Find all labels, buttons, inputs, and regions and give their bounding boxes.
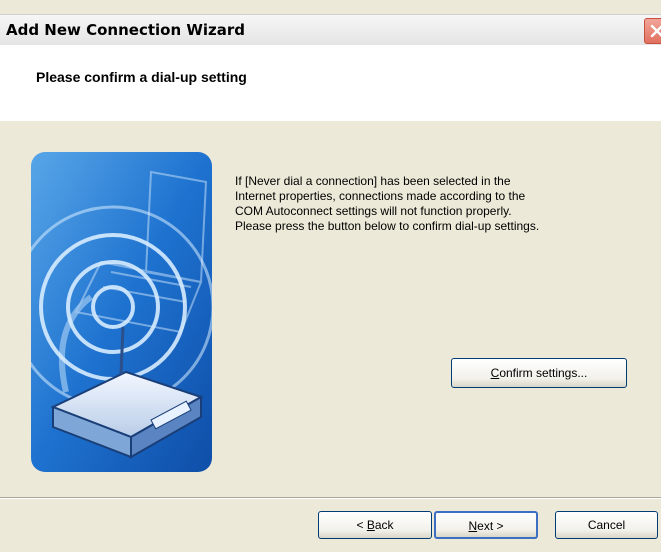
network-router-illustration [31,152,212,472]
wizard-header: Please confirm a dial-up setting [0,45,661,121]
back-mnemonic: B [366,518,375,532]
title-bar[interactable]: Add New Connection Wizard [0,14,661,46]
back-prefix: < [356,518,367,532]
footer-divider-highlight [0,498,661,499]
confirm-settings-label: onfirm settings... [499,366,588,380]
close-icon [650,24,661,38]
next-label: ext > [477,519,504,533]
cancel-button[interactable]: Cancel [555,511,658,539]
close-button[interactable] [644,18,661,44]
confirm-settings-mnemonic: C [490,366,500,380]
wizard-window: Add New Connection Wizard Please confirm… [0,0,661,552]
confirm-settings-button[interactable]: Confirm settings... [451,358,627,388]
back-label: ack [374,518,394,532]
description-text: If [Never dial a connection] has been se… [235,174,540,233]
next-button[interactable]: Next > [434,511,538,539]
back-button[interactable]: < Back [318,511,432,539]
header-divider [0,120,661,121]
next-mnemonic: N [468,519,478,533]
page-heading: Please confirm a dial-up setting [36,69,247,85]
window-title: Add New Connection Wizard [6,21,246,39]
